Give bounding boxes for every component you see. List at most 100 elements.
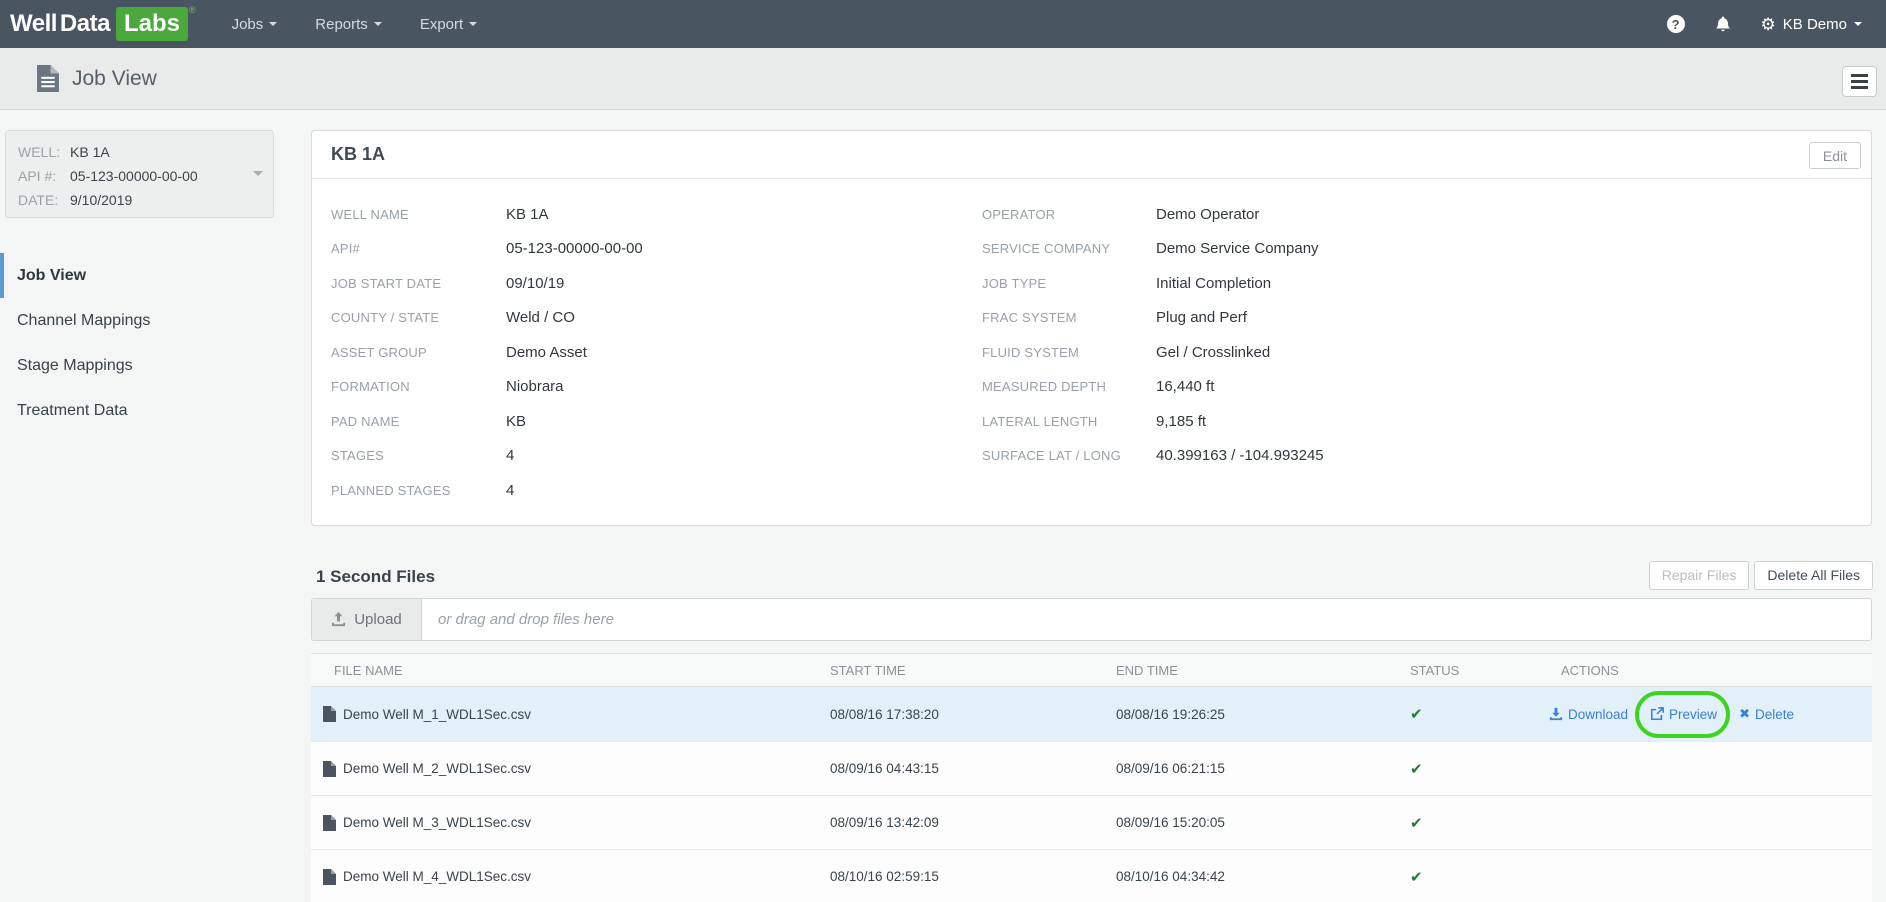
menu-export[interactable]: Export <box>414 0 483 48</box>
brand-badge-labs: Labs <box>116 7 188 41</box>
field-value: Demo Operator <box>1156 206 1259 223</box>
well-info-row: WELL: KB 1A <box>18 140 261 164</box>
files-section-title: 1 Second Files <box>316 563 435 587</box>
field-value: Plug and Perf <box>1156 309 1247 326</box>
field-label: PLANNED STAGES <box>331 483 506 498</box>
well-selector-caret-icon[interactable] <box>253 171 263 176</box>
job-panel-header: KB 1A Edit <box>312 131 1871 179</box>
table-row[interactable]: Demo Well M_1_WDL1Sec.csv 08/08/16 17:38… <box>311 687 1872 741</box>
field-value: 4 <box>506 482 514 499</box>
edit-button[interactable]: Edit <box>1809 142 1861 169</box>
document-icon <box>37 65 59 92</box>
job-fields: WELL NAMEKB 1A API#05-123-00000-00-00 JO… <box>312 179 1871 508</box>
chevron-down-icon <box>1854 22 1862 26</box>
start-time: 08/09/16 04:43:15 <box>807 761 1093 776</box>
brand-text-well: Well <box>10 7 57 41</box>
field-label: SURFACE LAT / LONG <box>982 448 1156 463</box>
navbar-right-cluster: ? ⚙ KB Demo <box>1667 15 1862 33</box>
notifications-bell-icon[interactable] <box>1715 16 1731 33</box>
repair-files-button[interactable]: Repair Files <box>1649 561 1750 590</box>
sidebar-item-treatment-data[interactable]: Treatment Data <box>0 388 274 433</box>
external-link-icon <box>1650 707 1664 721</box>
table-row[interactable]: Demo Well M_4_WDL1Sec.csv 08/10/16 02:59… <box>311 849 1872 902</box>
delete-link[interactable]: ✖ Delete <box>1739 706 1794 722</box>
field-label: COUNTY / STATE <box>331 310 506 325</box>
main-menu: Jobs Reports Export <box>226 0 484 48</box>
upload-area: Upload or drag and drop files here <box>311 598 1872 641</box>
well-name-title: KB 1A <box>331 144 385 165</box>
preview-link[interactable]: Preview <box>1650 707 1717 722</box>
start-time: 08/10/16 02:59:15 <box>807 869 1093 884</box>
menu-jobs[interactable]: Jobs <box>226 0 284 48</box>
download-link[interactable]: Download <box>1549 707 1628 722</box>
user-name: KB Demo <box>1783 16 1847 33</box>
file-icon <box>323 869 336 885</box>
top-navbar: Well Data Labs ® Jobs Reports Export ? ⚙… <box>0 0 1886 48</box>
file-name: Demo Well M_2_WDL1Sec.csv <box>343 761 531 776</box>
file-name: Demo Well M_3_WDL1Sec.csv <box>343 815 531 830</box>
status-check-icon: ✔ <box>1387 868 1538 886</box>
brand-text-data: Data <box>60 7 110 41</box>
field-value: Demo Asset <box>506 344 587 361</box>
field-value: KB <box>506 413 526 430</box>
file-name: Demo Well M_1_WDL1Sec.csv <box>343 707 531 722</box>
upload-button[interactable]: Upload <box>312 599 422 640</box>
field-label: SERVICE COMPANY <box>982 241 1156 256</box>
field-value: 9,185 ft <box>1156 413 1206 430</box>
table-row[interactable]: Demo Well M_2_WDL1Sec.csv 08/09/16 04:43… <box>311 741 1872 795</box>
field-value: Demo Service Company <box>1156 240 1319 257</box>
hamburger-menu-button[interactable] <box>1842 66 1877 97</box>
file-icon <box>323 706 336 722</box>
column-header: FILE NAME <box>311 663 807 678</box>
end-time: 08/10/16 04:34:42 <box>1093 869 1387 884</box>
table-row[interactable]: Demo Well M_3_WDL1Sec.csv 08/09/16 13:42… <box>311 795 1872 849</box>
start-time: 08/08/16 17:38:20 <box>807 707 1093 722</box>
well-selector[interactable]: WELL: KB 1A API #: 05-123-00000-00-00 DA… <box>5 130 274 218</box>
field-value: Gel / Crosslinked <box>1156 344 1270 361</box>
help-icon[interactable]: ? <box>1667 15 1685 33</box>
welldatalabs-logo[interactable]: Well Data Labs ® <box>10 7 196 41</box>
column-header: START TIME <box>807 663 1093 678</box>
trademark-symbol: ® <box>189 5 196 15</box>
status-check-icon: ✔ <box>1387 705 1538 723</box>
column-header: END TIME <box>1093 663 1387 678</box>
file-icon <box>323 761 336 777</box>
chevron-down-icon <box>269 22 277 26</box>
sidebar-item-stage-mappings[interactable]: Stage Mappings <box>0 343 274 388</box>
sidebar-menu: Job View Channel Mappings Stage Mappings… <box>0 253 274 433</box>
field-label: STAGES <box>331 448 506 463</box>
field-value: 40.399163 / -104.993245 <box>1156 447 1324 464</box>
field-label: WELL NAME <box>331 207 506 222</box>
field-label: PAD NAME <box>331 414 506 429</box>
sidebar-item-channel-mappings[interactable]: Channel Mappings <box>0 298 274 343</box>
file-name: Demo Well M_4_WDL1Sec.csv <box>343 869 531 884</box>
field-label: FORMATION <box>331 379 506 394</box>
job-fields-left-column: WELL NAMEKB 1A API#05-123-00000-00-00 JO… <box>331 197 982 508</box>
column-header: ACTIONS <box>1538 663 1872 678</box>
delete-x-icon: ✖ <box>1739 706 1750 722</box>
files-table-header: FILE NAME START TIME END TIME STATUS ACT… <box>311 654 1872 687</box>
page-title: Job View <box>72 67 157 91</box>
delete-all-files-button[interactable]: Delete All Files <box>1754 561 1873 590</box>
status-check-icon: ✔ <box>1387 814 1538 832</box>
field-label: FLUID SYSTEM <box>982 345 1156 360</box>
menu-reports[interactable]: Reports <box>309 0 388 48</box>
end-time: 08/09/16 15:20:05 <box>1093 815 1387 830</box>
chevron-down-icon <box>374 22 382 26</box>
job-details-panel: KB 1A Edit WELL NAMEKB 1A API#05-123-000… <box>311 130 1872 526</box>
field-value: Weld / CO <box>506 309 575 326</box>
upload-icon <box>331 612 346 627</box>
field-value: Niobrara <box>506 378 564 395</box>
status-check-icon: ✔ <box>1387 760 1538 778</box>
field-value: 4 <box>506 447 514 464</box>
file-icon <box>323 815 336 831</box>
field-label: JOB START DATE <box>331 276 506 291</box>
user-menu[interactable]: ⚙ KB Demo <box>1761 16 1862 33</box>
sidebar-item-job-view[interactable]: Job View <box>0 253 274 298</box>
gear-icon: ⚙ <box>1761 16 1776 33</box>
field-value: KB 1A <box>506 206 549 223</box>
drag-drop-zone[interactable]: or drag and drop files here <box>422 599 1871 640</box>
job-fields-right-column: OPERATORDemo Operator SERVICE COMPANYDem… <box>982 197 1871 508</box>
files-table: FILE NAME START TIME END TIME STATUS ACT… <box>311 653 1872 902</box>
well-info-row: API #: 05-123-00000-00-00 <box>18 164 261 188</box>
